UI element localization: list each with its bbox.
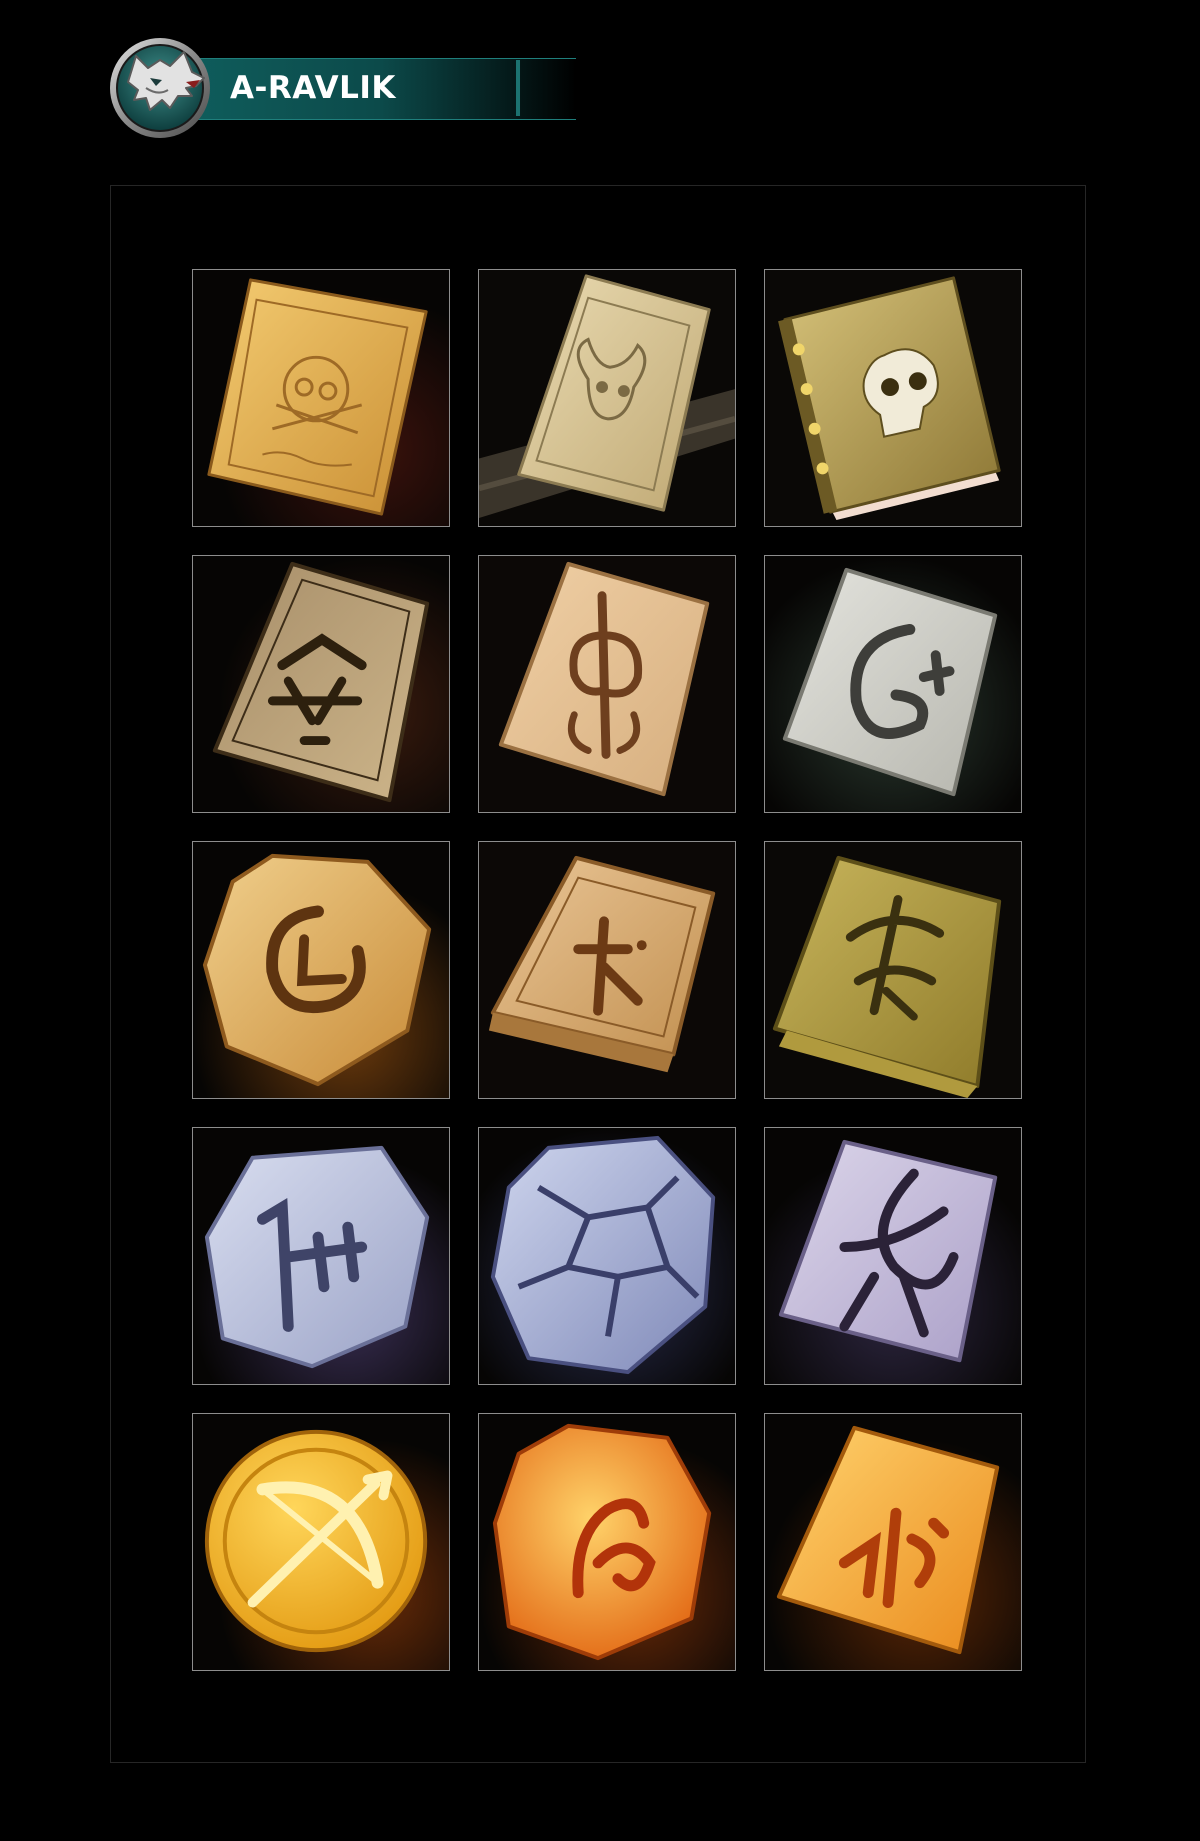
horned-skull-parchment-scroll-icon[interactable]: [478, 269, 736, 527]
amber-rune-tablet-icon[interactable]: [764, 1413, 1022, 1671]
wolf-head-emblem-icon: [106, 30, 216, 140]
glyph-rune-tablet-icon[interactable]: [478, 841, 736, 1099]
lavender-rune-tablet-icon[interactable]: [764, 1127, 1022, 1385]
skull-spellbook-icon[interactable]: [764, 269, 1022, 527]
brown-rune-tablet-icon[interactable]: [192, 555, 450, 813]
page-title: A-RAVLIK: [230, 70, 396, 106]
header: A-RAVLIK: [106, 30, 576, 140]
golden-bow-coin-icon[interactable]: [192, 1413, 450, 1671]
crown-rune-stone-icon[interactable]: [192, 1127, 450, 1385]
banner-divider: [516, 60, 520, 116]
fleur-rune-tablet-icon[interactable]: [478, 555, 736, 813]
item-icon-grid: [192, 269, 1022, 1671]
skull-parchment-scroll-icon[interactable]: [192, 269, 450, 527]
amber-rune-stone-icon[interactable]: [478, 1413, 736, 1671]
olive-rune-slab-icon[interactable]: [764, 841, 1022, 1099]
grey-rune-tablet-icon[interactable]: [764, 555, 1022, 813]
cracked-crystal-rune-stone-icon[interactable]: [478, 1127, 736, 1385]
spiral-rune-stone-icon[interactable]: [192, 841, 450, 1099]
